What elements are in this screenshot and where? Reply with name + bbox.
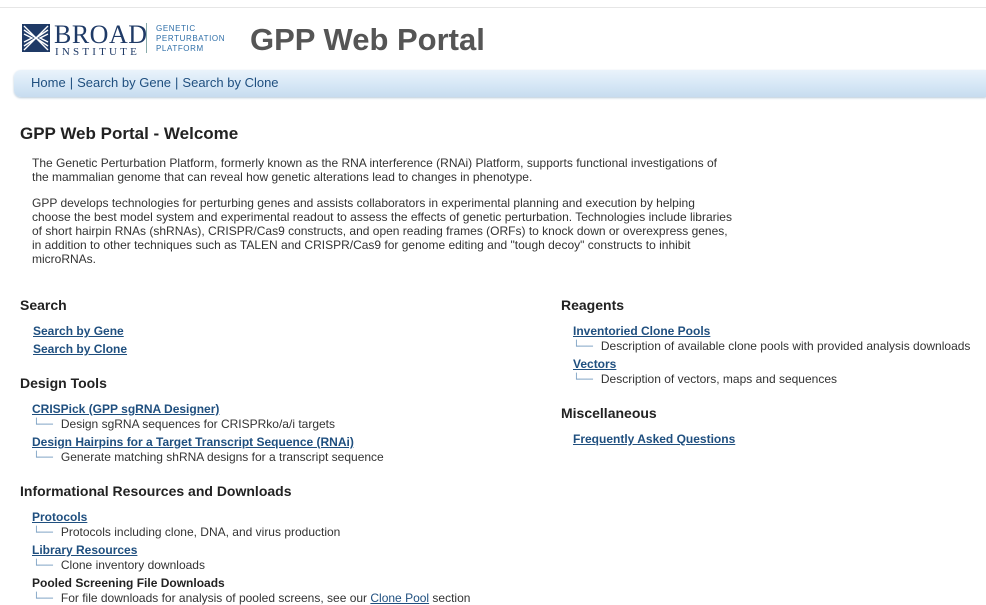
logo-broad-text: BROAD [54, 20, 148, 49]
search-by-gene-link[interactable]: Search by Gene [33, 324, 124, 338]
tree-arrow-icon: └── [33, 451, 53, 464]
reagents-heading: Reagents [561, 297, 625, 313]
pooled-screening-heading: Pooled Screening File Downloads [32, 576, 225, 590]
pooled-desc-post: section [429, 591, 471, 605]
logo-divider [146, 23, 147, 53]
clone-pools-description: └── Description of available clone pools … [573, 339, 970, 353]
nav-links: Home | Search by Gene | Search by Clone [31, 75, 279, 90]
logo-gpp-line: PERTURBATION [156, 34, 226, 43]
tree-arrow-icon: └── [33, 559, 53, 572]
crispick-description: └── Design sgRNA sequences for CRISPRko/a… [33, 417, 335, 431]
search-by-clone-link[interactable]: Search by Clone [33, 342, 127, 356]
broad-institute-logo[interactable]: BROAD INSTITUTE GENETIC PERTURBATION PLA… [22, 20, 225, 64]
broad-logo-icon [22, 24, 50, 52]
nav-separator: | [175, 75, 179, 90]
search-heading: Search [20, 297, 67, 313]
nav-home-link[interactable]: Home [31, 75, 66, 90]
design-hairpins-desc-text: Generate matching shRNA designs for a tr… [60, 450, 384, 464]
tree-arrow-icon: └── [33, 526, 53, 539]
clone-pool-link[interactable]: Clone Pool [370, 591, 429, 605]
logo-gpp-line: GENETIC [156, 24, 196, 33]
pooled-screening-description: └── For file downloads for analysis of po… [33, 591, 470, 605]
design-hairpins-description: └── Generate matching shRNA designs for a… [33, 450, 384, 464]
pooled-desc-pre: For file downloads for analysis of poole… [60, 591, 371, 605]
page-header: BROAD INSTITUTE GENETIC PERTURBATION PLA… [0, 8, 986, 70]
vectors-desc-text: Description of vectors, maps and sequenc… [600, 372, 837, 386]
tree-arrow-icon: └── [33, 592, 53, 605]
crispick-desc-text: Design sgRNA sequences for CRISPRko/a/i … [60, 417, 335, 431]
design-tools-heading: Design Tools [20, 375, 107, 391]
protocols-desc-text: Protocols including clone, DNA, and viru… [60, 525, 341, 539]
library-resources-desc-text: Clone inventory downloads [60, 558, 205, 572]
nav-search-gene-link[interactable]: Search by Gene [77, 75, 171, 90]
nav-bar: Home | Search by Gene | Search by Clone [14, 70, 986, 97]
vectors-link[interactable]: Vectors [573, 357, 616, 371]
intro-paragraph-2: GPP develops technologies for perturbing… [32, 196, 732, 266]
logo-institute-text: INSTITUTE [55, 46, 141, 58]
faq-link[interactable]: Frequently Asked Questions [573, 432, 735, 446]
library-resources-description: └── Clone inventory downloads [33, 558, 205, 572]
logo-gpp-line: PLATFORM [156, 44, 204, 53]
crispick-link[interactable]: CRISPick (GPP sgRNA Designer) [32, 402, 219, 416]
nav-search-clone-link[interactable]: Search by Clone [182, 75, 278, 90]
vectors-description: └── Description of vectors, maps and sequ… [573, 372, 837, 386]
library-resources-link[interactable]: Library Resources [32, 543, 137, 557]
page-title: GPP Web Portal - Welcome [20, 124, 239, 143]
logo-gpp-text: GENETIC PERTURBATION PLATFORM [156, 24, 225, 54]
nav-separator: | [69, 75, 74, 90]
info-resources-heading: Informational Resources and Downloads [20, 483, 292, 499]
intro-paragraph-1: The Genetic Perturbation Platform, forme… [32, 156, 717, 184]
miscellaneous-heading: Miscellaneous [561, 405, 657, 421]
inventoried-clone-pools-link[interactable]: Inventoried Clone Pools [573, 324, 710, 338]
protocols-link[interactable]: Protocols [32, 510, 87, 524]
tree-arrow-icon: └── [573, 373, 593, 386]
clone-pools-desc-text: Description of available clone pools wit… [600, 339, 971, 353]
tree-arrow-icon: └── [573, 340, 593, 353]
tree-arrow-icon: └── [33, 418, 53, 431]
protocols-description: └── Protocols including clone, DNA, and v… [33, 525, 340, 539]
design-hairpins-link[interactable]: Design Hairpins for a Target Transcript … [32, 435, 354, 449]
portal-title: GPP Web Portal [250, 22, 485, 57]
